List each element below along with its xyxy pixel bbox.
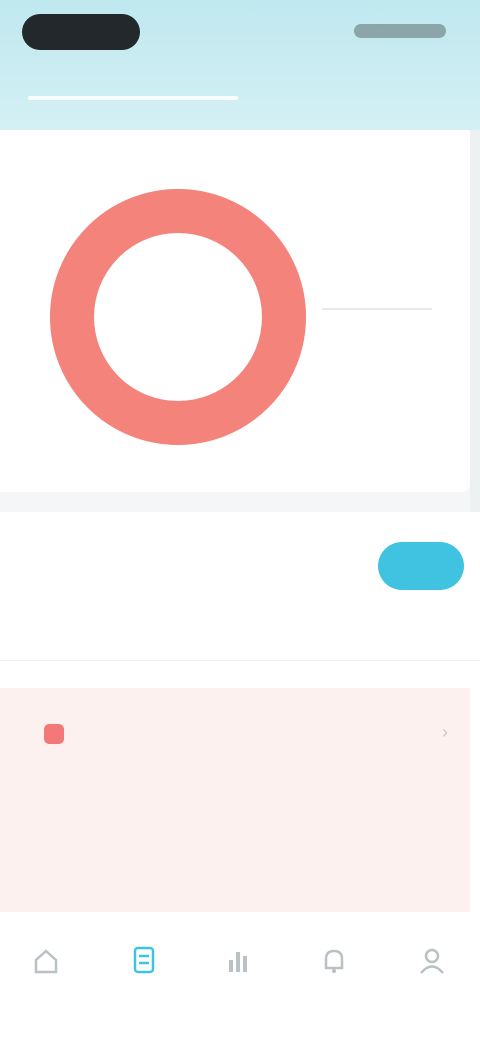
nav-item-chart[interactable] [208,942,268,1006]
chart-icon [229,952,247,972]
filter-type[interactable] [232,614,332,644]
profile-icon [420,948,444,974]
filter-row [0,600,480,656]
bottom-navigation [0,912,480,1040]
summary-ring-card [0,130,470,492]
donut-center-label [46,185,310,449]
app-header [0,0,480,130]
home-icon [34,949,58,974]
record-icon [133,946,155,974]
donut-chart [46,185,310,449]
nav-item-home[interactable] [16,942,76,1006]
bell-icon [324,949,344,973]
entry-type-icon [44,724,64,744]
nav-item-profile[interactable] [402,942,462,1006]
donut-legend-label [322,308,432,314]
status-bar-time-pill [22,14,140,50]
record-section: › [0,512,480,912]
status-bar-indicators [354,24,446,38]
tab-active-indicator [28,96,238,100]
nav-item-bell[interactable] [304,942,364,1006]
tab-primary[interactable] [26,62,246,90]
filter-divider [0,660,480,661]
nav-item-record[interactable] [114,942,174,1006]
record-entry-card[interactable]: › [0,688,470,912]
chevron-right-icon: › [442,722,448,742]
filter-date-range[interactable] [26,614,176,644]
add-record-button[interactable] [378,542,464,590]
tab-secondary[interactable] [300,62,450,90]
filter-more[interactable] [424,614,454,644]
